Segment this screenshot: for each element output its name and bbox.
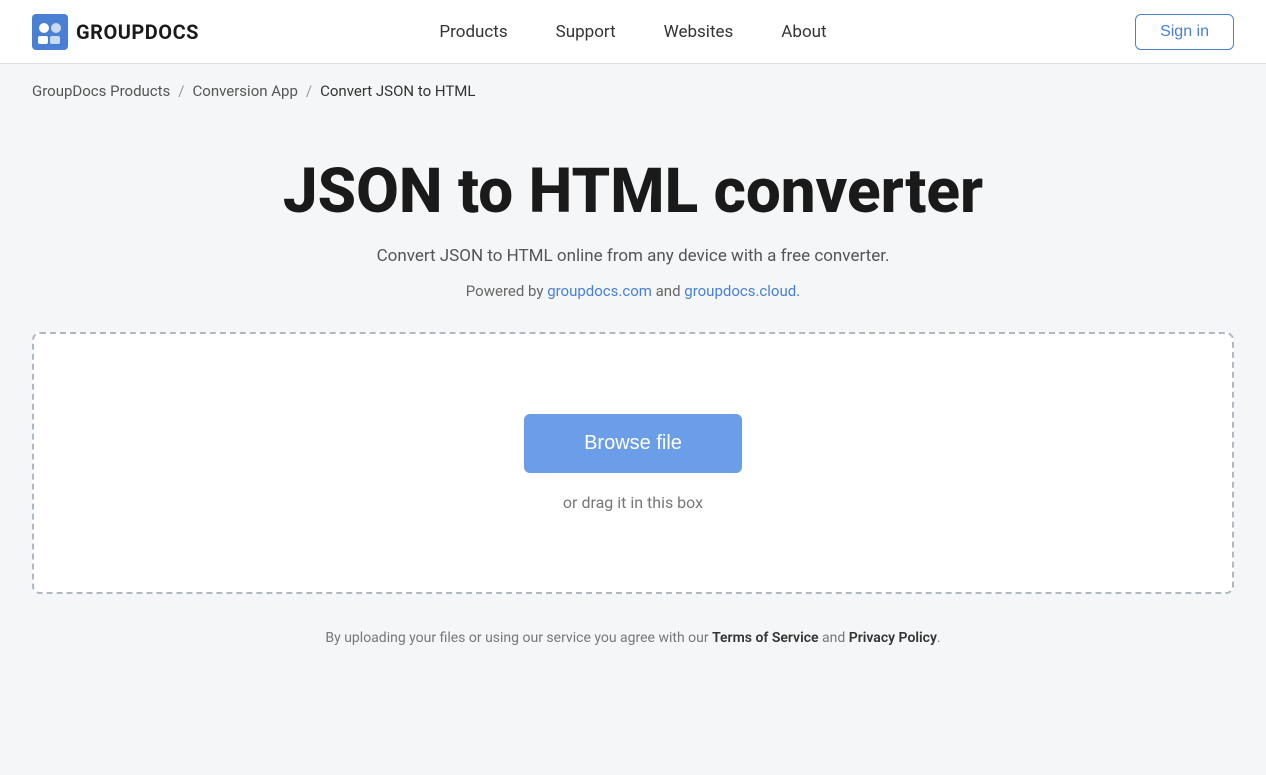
- groupdocs-cloud-link[interactable]: groupdocs.cloud: [684, 282, 796, 300]
- nav-item-about[interactable]: About: [781, 22, 826, 42]
- sign-in-button[interactable]: Sign in: [1135, 14, 1234, 50]
- breadcrumb: GroupDocs Products / Conversion App / Co…: [0, 64, 1266, 118]
- drag-drop-hint: or drag it in this box: [563, 493, 703, 512]
- breadcrumb-conversion-app[interactable]: Conversion App: [193, 82, 298, 100]
- breadcrumb-current: Convert JSON to HTML: [320, 82, 475, 100]
- powered-by-suffix: .: [796, 282, 800, 300]
- powered-by-middle: and: [652, 282, 684, 300]
- logo-area: GROUPDOCS: [32, 14, 199, 50]
- logo-text: GROUPDOCS: [76, 20, 199, 44]
- main-content: JSON to HTML converter Convert JSON to H…: [0, 118, 1266, 646]
- powered-by-prefix: Powered by: [466, 282, 547, 300]
- groupdocs-logo-icon: [32, 14, 68, 50]
- nav-item-websites[interactable]: Websites: [664, 22, 734, 42]
- nav-item-products[interactable]: Products: [439, 22, 507, 42]
- footer-suffix: .: [937, 630, 941, 646]
- terms-of-service-link[interactable]: Terms of Service: [712, 630, 818, 646]
- groupdocs-com-link[interactable]: groupdocs.com: [547, 282, 652, 300]
- footer-and: and: [819, 630, 849, 646]
- nav-item-support[interactable]: Support: [556, 22, 616, 42]
- header-right: Sign in: [1135, 14, 1234, 50]
- page-subtitle: Convert JSON to HTML online from any dev…: [377, 246, 890, 266]
- page-title: JSON to HTML converter: [283, 158, 983, 226]
- powered-by: Powered by groupdocs.com and groupdocs.c…: [466, 282, 800, 300]
- drop-zone[interactable]: Browse file or drag it in this box: [32, 332, 1234, 594]
- footer-prefix: By uploading your files or using our ser…: [325, 630, 712, 646]
- breadcrumb-separator-1: /: [178, 82, 184, 100]
- breadcrumb-groupdocs-products[interactable]: GroupDocs Products: [32, 82, 170, 100]
- main-nav: Products Support Websites About: [439, 22, 826, 42]
- footer-note: By uploading your files or using our ser…: [325, 630, 940, 646]
- browse-file-button[interactable]: Browse file: [524, 414, 742, 473]
- breadcrumb-separator-2: /: [306, 82, 312, 100]
- privacy-policy-link[interactable]: Privacy Policy: [849, 630, 937, 646]
- header: GROUPDOCS Products Support Websites Abou…: [0, 0, 1266, 64]
